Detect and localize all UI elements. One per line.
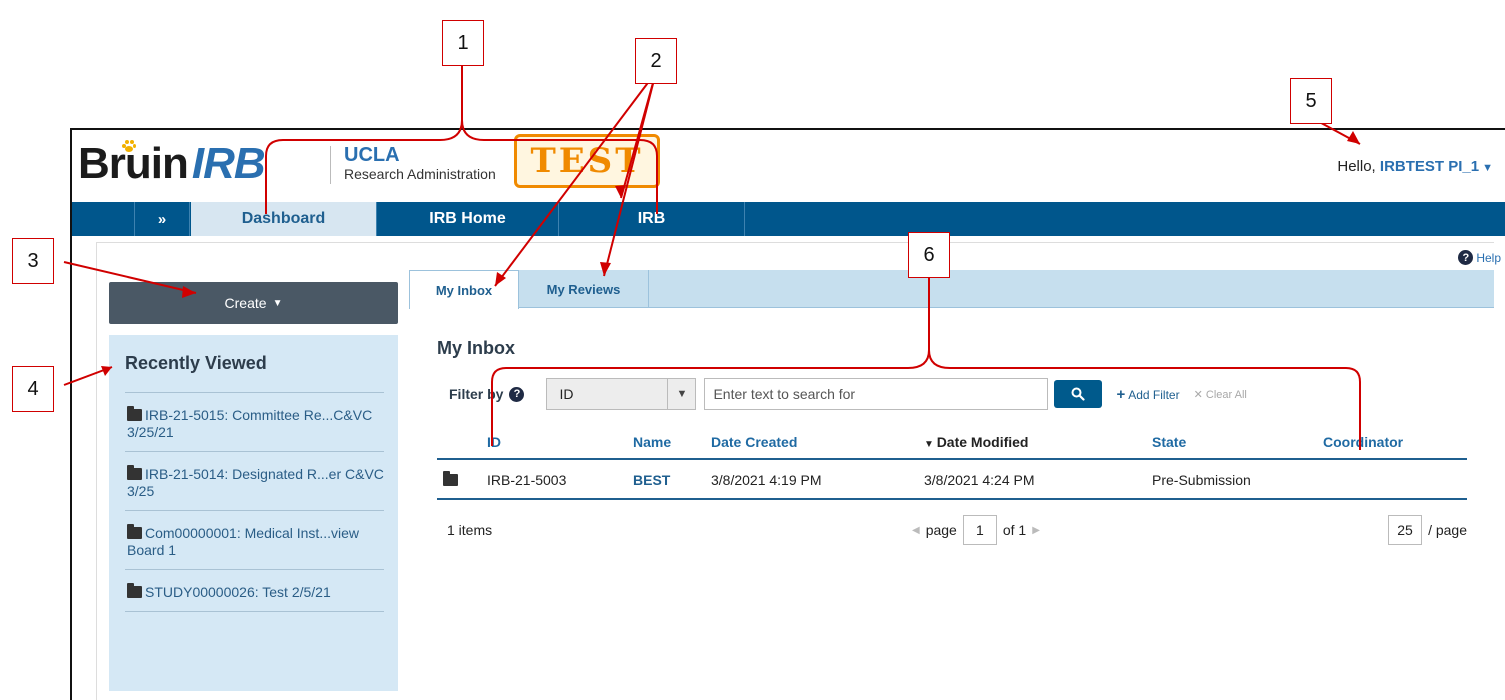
annotation-callout-5: 5 xyxy=(1290,78,1332,124)
nav-tab-irb[interactable]: IRB xyxy=(559,202,745,236)
annotation-callout-4: 4 xyxy=(12,366,54,412)
caret-down-icon[interactable]: ▼ xyxy=(1482,162,1493,174)
recent-item-label[interactable]: IRB-21-5014: Designated R...er C&VC 3/25 xyxy=(127,466,384,499)
expand-nav-button[interactable]: » xyxy=(134,202,190,236)
plus-icon: + xyxy=(1116,385,1126,403)
app-window: BruinIRB UCLA Research Administration TE… xyxy=(70,128,1505,700)
logo-accent-text: IRB xyxy=(191,139,266,188)
greeting-text: Hello, xyxy=(1337,158,1376,175)
recent-item[interactable]: STUDY00000026: Test 2/5/21 xyxy=(125,569,384,612)
prev-page-icon[interactable]: ◀ xyxy=(912,525,920,536)
help-link[interactable]: ? Help xyxy=(1458,250,1501,265)
cell-date-modified: 3/8/2021 4:24 PM xyxy=(924,472,1035,488)
nav-tab-dashboard[interactable]: Dashboard xyxy=(191,202,377,236)
column-header-date-modified[interactable]: ▼ Date Modified xyxy=(924,434,1028,450)
folder-icon[interactable] xyxy=(443,471,458,486)
filter-label: Filter by xyxy=(449,386,504,402)
folder-icon xyxy=(127,465,142,480)
nav-tab-irb-home[interactable]: IRB Home xyxy=(377,202,559,236)
org-subtitle: Research Administration xyxy=(344,166,496,182)
folder-icon xyxy=(127,524,142,539)
sort-desc-icon: ▼ xyxy=(924,439,937,450)
create-button[interactable]: Create ▼ xyxy=(109,282,398,324)
column-header-date-created[interactable]: Date Created xyxy=(711,434,797,450)
bruin-irb-logo[interactable]: BruinIRB xyxy=(78,139,266,188)
next-page-icon[interactable]: ▶ xyxy=(1032,525,1040,536)
per-page-label: / page xyxy=(1428,522,1467,538)
recent-item[interactable]: IRB-21-5015: Committee Re...C&VC 3/25/21 xyxy=(125,392,384,451)
annotation-callout-6: 6 xyxy=(908,232,950,278)
org-name: UCLA xyxy=(344,144,400,166)
cell-name-link[interactable]: BEST xyxy=(633,472,670,488)
test-environment-badge: TEST xyxy=(514,134,660,188)
add-filter-link[interactable]: + Add Filter xyxy=(1116,386,1179,403)
recently-viewed-title: Recently Viewed xyxy=(125,353,267,373)
caret-down-icon: ▼ xyxy=(272,297,283,309)
recent-item-label[interactable]: STUDY00000026: Test 2/5/21 xyxy=(145,584,331,600)
recent-item-label[interactable]: IRB-21-5015: Committee Re...C&VC 3/25/21 xyxy=(127,407,372,440)
table-header: ID Name Date Created ▼ Date Modified Sta… xyxy=(437,426,1467,460)
filter-field-value: ID xyxy=(559,386,574,402)
add-filter-label[interactable]: Add Filter xyxy=(1128,388,1179,402)
chevron-down-icon[interactable]: ▼ xyxy=(667,379,695,409)
page-label: page xyxy=(925,522,957,538)
recent-item[interactable]: Com00000001: Medical Inst...view Board 1 xyxy=(125,510,384,569)
cell-state: Pre-Submission xyxy=(1152,472,1251,488)
per-page-input[interactable]: 25 xyxy=(1388,515,1423,545)
page-navigator: ◀ page 1 of 1 ▶ xyxy=(912,514,1040,546)
table-row[interactable]: IRB-21-5003 BEST 3/8/2021 4:19 PM 3/8/20… xyxy=(437,460,1467,500)
help-icon[interactable]: ? xyxy=(1458,250,1474,265)
main-nav: » Dashboard IRB Home IRB xyxy=(72,202,1505,236)
logo-divider xyxy=(330,146,331,184)
per-page-control: 25 / page xyxy=(1388,514,1467,546)
inbox-table: ID Name Date Created ▼ Date Modified Sta… xyxy=(437,426,1467,500)
app-header: BruinIRB UCLA Research Administration TE… xyxy=(72,130,1505,202)
column-header-id[interactable]: ID xyxy=(487,434,501,450)
recent-item-label[interactable]: Com00000001: Medical Inst...view Board 1 xyxy=(127,525,359,558)
folder-icon xyxy=(127,406,142,421)
tab-my-inbox[interactable]: My Inbox xyxy=(409,270,519,309)
help-icon[interactable]: ? xyxy=(509,386,525,402)
search-input[interactable] xyxy=(704,378,1049,410)
panel-title: My Inbox xyxy=(437,338,516,358)
page-number-input[interactable]: 1 xyxy=(962,515,997,545)
recent-item[interactable]: IRB-21-5014: Designated R...er C&VC 3/25 xyxy=(125,451,384,510)
column-header-name[interactable]: Name xyxy=(633,434,671,450)
column-header-coordinator[interactable]: Coordinator xyxy=(1323,434,1403,450)
clear-all-label[interactable]: Clear All xyxy=(1206,389,1247,401)
annotation-callout-1: 1 xyxy=(442,20,484,66)
annotation-callout-3: 3 xyxy=(12,238,54,284)
help-label[interactable]: Help xyxy=(1476,251,1501,265)
search-icon xyxy=(1071,387,1086,401)
clear-all-link[interactable]: ✕ Clear All xyxy=(1194,388,1247,401)
items-count: 1 items xyxy=(447,522,493,538)
filter-bar: Filter by ? ID ▼ +Add Filter ✕ Clear All xyxy=(449,378,1247,410)
table-pager: 1 items ◀ page 1 of 1 ▶ 25 / page xyxy=(437,514,1467,546)
cell-id: IRB-21-5003 xyxy=(487,472,567,488)
user-name[interactable]: IRBTEST PI_1 xyxy=(1380,158,1479,175)
filter-field-select[interactable]: ID ▼ xyxy=(546,378,697,410)
cell-date-created: 3/8/2021 4:19 PM xyxy=(711,472,822,488)
create-label: Create xyxy=(224,295,267,311)
inbox-tab-bar: My Inbox My Reviews xyxy=(409,270,1494,309)
user-menu[interactable]: Hello, IRBTEST PI_1 ▼ xyxy=(1337,158,1493,175)
page-of-label: of 1 xyxy=(1002,522,1027,538)
column-header-state[interactable]: State xyxy=(1152,434,1186,450)
folder-icon xyxy=(127,583,142,598)
recently-viewed-panel: Recently Viewed IRB-21-5015: Committee R… xyxy=(109,335,398,691)
annotation-callout-2: 2 xyxy=(635,38,677,84)
search-button[interactable] xyxy=(1054,380,1103,408)
close-icon: ✕ xyxy=(1193,388,1206,401)
paw-icon xyxy=(122,140,136,152)
tab-my-reviews[interactable]: My Reviews xyxy=(519,270,649,308)
